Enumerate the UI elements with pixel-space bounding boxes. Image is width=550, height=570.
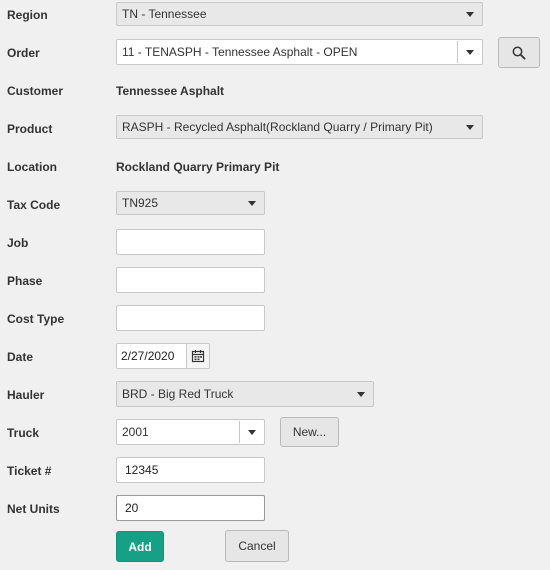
tax-code-value: TN925 bbox=[122, 196, 159, 210]
hauler-label: Hauler bbox=[7, 388, 45, 402]
calendar-button[interactable] bbox=[186, 344, 209, 368]
new-truck-button[interactable]: New... bbox=[280, 417, 339, 447]
chevron-down-icon bbox=[357, 391, 365, 397]
truck-value: 2001 bbox=[122, 425, 149, 439]
chevron-down-icon bbox=[248, 429, 256, 435]
product-label: Product bbox=[7, 122, 53, 136]
tax-code-select[interactable]: TN925 bbox=[116, 191, 265, 215]
chevron-down-icon bbox=[248, 200, 256, 206]
customer-label: Customer bbox=[7, 84, 64, 98]
ticket-label: Ticket # bbox=[7, 464, 52, 478]
job-label: Job bbox=[7, 236, 29, 250]
customer-value: Tennessee Asphalt bbox=[116, 84, 225, 98]
calendar-icon bbox=[191, 350, 205, 363]
truck-label: Truck bbox=[7, 426, 40, 440]
add-button[interactable]: Add bbox=[116, 531, 164, 562]
cost-type-label: Cost Type bbox=[7, 312, 65, 326]
cost-type-input[interactable] bbox=[116, 305, 265, 331]
region-label: Region bbox=[7, 8, 48, 22]
product-select[interactable]: RASPH - Recycled Asphalt(Rockland Quarry… bbox=[116, 115, 483, 139]
search-icon bbox=[512, 46, 526, 60]
job-input[interactable] bbox=[116, 229, 265, 255]
order-value: 11 - TENASPH - Tennessee Asphalt - OPEN bbox=[122, 45, 358, 59]
chevron-down-icon bbox=[466, 124, 474, 130]
region-value: TN - Tennessee bbox=[122, 7, 207, 21]
date-value: 2/27/2020 bbox=[121, 349, 175, 363]
chevron-down-icon bbox=[466, 49, 474, 55]
date-field[interactable]: 2/27/2020 bbox=[116, 343, 210, 369]
hauler-select[interactable]: BRD - Big Red Truck bbox=[116, 381, 374, 407]
net-units-input[interactable]: 20 bbox=[116, 495, 265, 521]
order-search-button[interactable] bbox=[498, 37, 540, 68]
phase-label: Phase bbox=[7, 274, 43, 288]
tax-code-label: Tax Code bbox=[7, 198, 61, 212]
location-label: Location bbox=[7, 160, 57, 174]
net-units-label: Net Units bbox=[7, 502, 60, 516]
cancel-button[interactable]: Cancel bbox=[225, 530, 289, 562]
region-select[interactable]: TN - Tennessee bbox=[116, 2, 483, 26]
location-value: Rockland Quarry Primary Pit bbox=[116, 160, 280, 174]
truck-select[interactable]: 2001 bbox=[116, 419, 265, 445]
date-label: Date bbox=[7, 350, 34, 364]
order-select[interactable]: 11 - TENASPH - Tennessee Asphalt - OPEN bbox=[116, 39, 483, 65]
phase-input[interactable] bbox=[116, 267, 265, 293]
ticket-input[interactable]: 12345 bbox=[116, 457, 265, 483]
order-label: Order bbox=[7, 46, 40, 60]
chevron-down-icon bbox=[466, 11, 474, 17]
product-value: RASPH - Recycled Asphalt(Rockland Quarry… bbox=[122, 120, 433, 134]
hauler-value: BRD - Big Red Truck bbox=[122, 387, 234, 401]
